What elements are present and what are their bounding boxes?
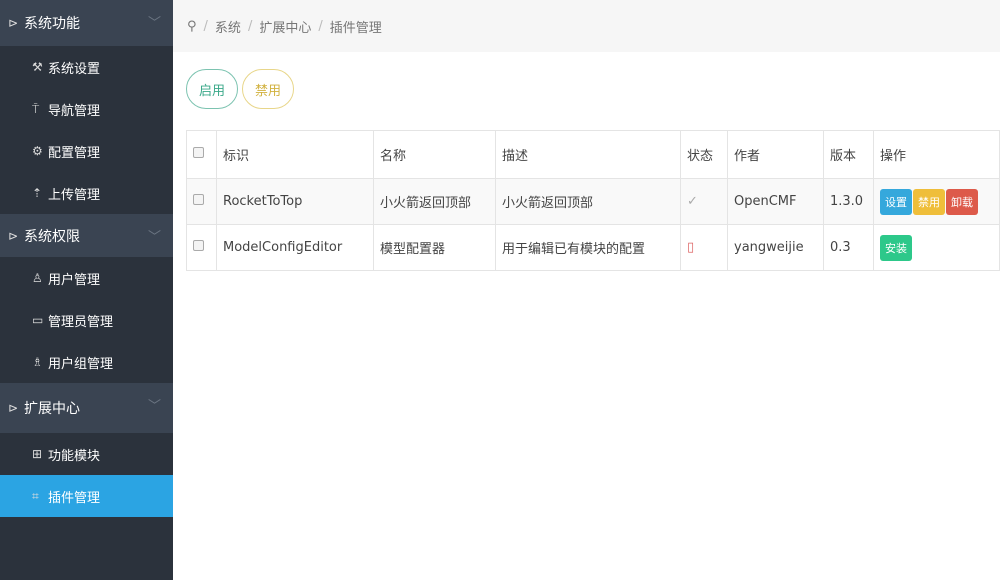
enable-button[interactable]: 启用 — [186, 69, 238, 109]
header-status: 状态 — [680, 130, 728, 179]
chevron-down-icon: ﹀ — [147, 16, 161, 31]
check-icon: ✓ — [680, 178, 728, 225]
header-name: 名称 — [373, 130, 496, 179]
disable-plugin-button[interactable]: 禁用 — [913, 188, 945, 215]
sidebar-item-users[interactable]: ♙ 用户管理 — [0, 257, 173, 299]
lock-icon: ▭ — [32, 313, 44, 327]
sidebar-item-system-settings[interactable]: ⚒ 系统设置 — [0, 46, 173, 88]
sidebar-item-user-groups[interactable]: ♗ 用户组管理 — [0, 341, 173, 383]
plugin-table: 标识 名称 描述 状态 作者 版本 操作 RocketToTop 小火箭返回顶部… — [186, 130, 1000, 271]
sidebar: ⊳ 系统功能 ﹀ ⚒ 系统设置 ⍑ 导航管理 ⚙ 配置管理 ⇡ 上传管理 ⊳ 系统权限 ﹀ ♙ 用… — [0, 0, 173, 580]
sidebar-group-permissions[interactable]: ⊳ 系统权限 ﹀ — [0, 214, 173, 257]
home-icon[interactable]: ⚲ — [187, 19, 197, 34]
breadcrumb: ⚲ / 系统 / 扩展中心 / 插件管理 — [173, 0, 1000, 52]
sidebar-group-extensions[interactable]: ⊳ 扩展中心 ﹀ — [0, 383, 173, 433]
table-row: RocketToTop 小火箭返回顶部 小火箭返回顶部 ✓ OpenCMF 1.… — [186, 178, 1000, 225]
upload-icon: ⇡ — [32, 186, 43, 200]
wrench-icon: ⚒ — [32, 60, 43, 74]
disable-button[interactable]: 禁用 — [242, 69, 294, 109]
row-checkbox[interactable] — [193, 240, 204, 251]
sign-icon: ⍑ — [32, 101, 40, 116]
sidebar-item-config[interactable]: ⚙ 配置管理 — [0, 130, 173, 172]
chevron-down-icon: ﹀ — [147, 399, 161, 414]
gears-icon: ⚙ — [32, 144, 43, 158]
breadcrumb-system[interactable]: 系统 — [215, 17, 241, 36]
breadcrumb-plugins: 插件管理 — [329, 20, 382, 36]
folder-open-icon: ⊳ — [8, 401, 19, 415]
header-version: 版本 — [823, 130, 874, 179]
sidebar-item-plugins[interactable]: ⌗ 插件管理 — [0, 475, 173, 517]
header-id: 标识 — [216, 130, 374, 179]
header-desc: 描述 — [495, 130, 681, 179]
install-button[interactable]: 安装 — [880, 234, 912, 261]
header-author: 作者 — [727, 130, 824, 179]
sidebar-item-admins[interactable]: ▭ 管理员管理 — [0, 299, 173, 341]
chevron-down-icon: ﹀ — [147, 230, 161, 245]
folder-open-icon: ⊳ — [8, 228, 19, 243]
sidebar-item-upload[interactable]: ⇡ 上传管理 — [0, 172, 173, 214]
sidebar-item-modules[interactable]: ⊞ 功能模块 — [0, 433, 173, 475]
users-icon: ♗ — [32, 355, 43, 369]
user-icon: ♙ — [32, 271, 43, 285]
plugin-icon: ⌗ — [32, 488, 39, 503]
header-actions: 操作 — [873, 130, 1000, 179]
table-row: ModelConfigEditor 模型配置器 用于编辑已有模块的配置 ▯ ya… — [186, 224, 1000, 271]
sidebar-group-system[interactable]: ⊳ 系统功能 ﹀ — [0, 0, 173, 46]
folder-open-icon: ⊳ — [8, 16, 19, 30]
battery-empty-icon: ▯ — [680, 224, 728, 271]
grid-icon: ⊞ — [32, 447, 43, 461]
sidebar-item-nav[interactable]: ⍑ 导航管理 — [0, 88, 173, 130]
breadcrumb-extensions[interactable]: 扩展中心 — [259, 17, 311, 36]
row-checkbox[interactable] — [193, 194, 204, 205]
settings-button[interactable]: 设置 — [880, 188, 912, 215]
select-all-checkbox[interactable] — [193, 147, 204, 158]
uninstall-button[interactable]: 卸载 — [946, 188, 978, 215]
